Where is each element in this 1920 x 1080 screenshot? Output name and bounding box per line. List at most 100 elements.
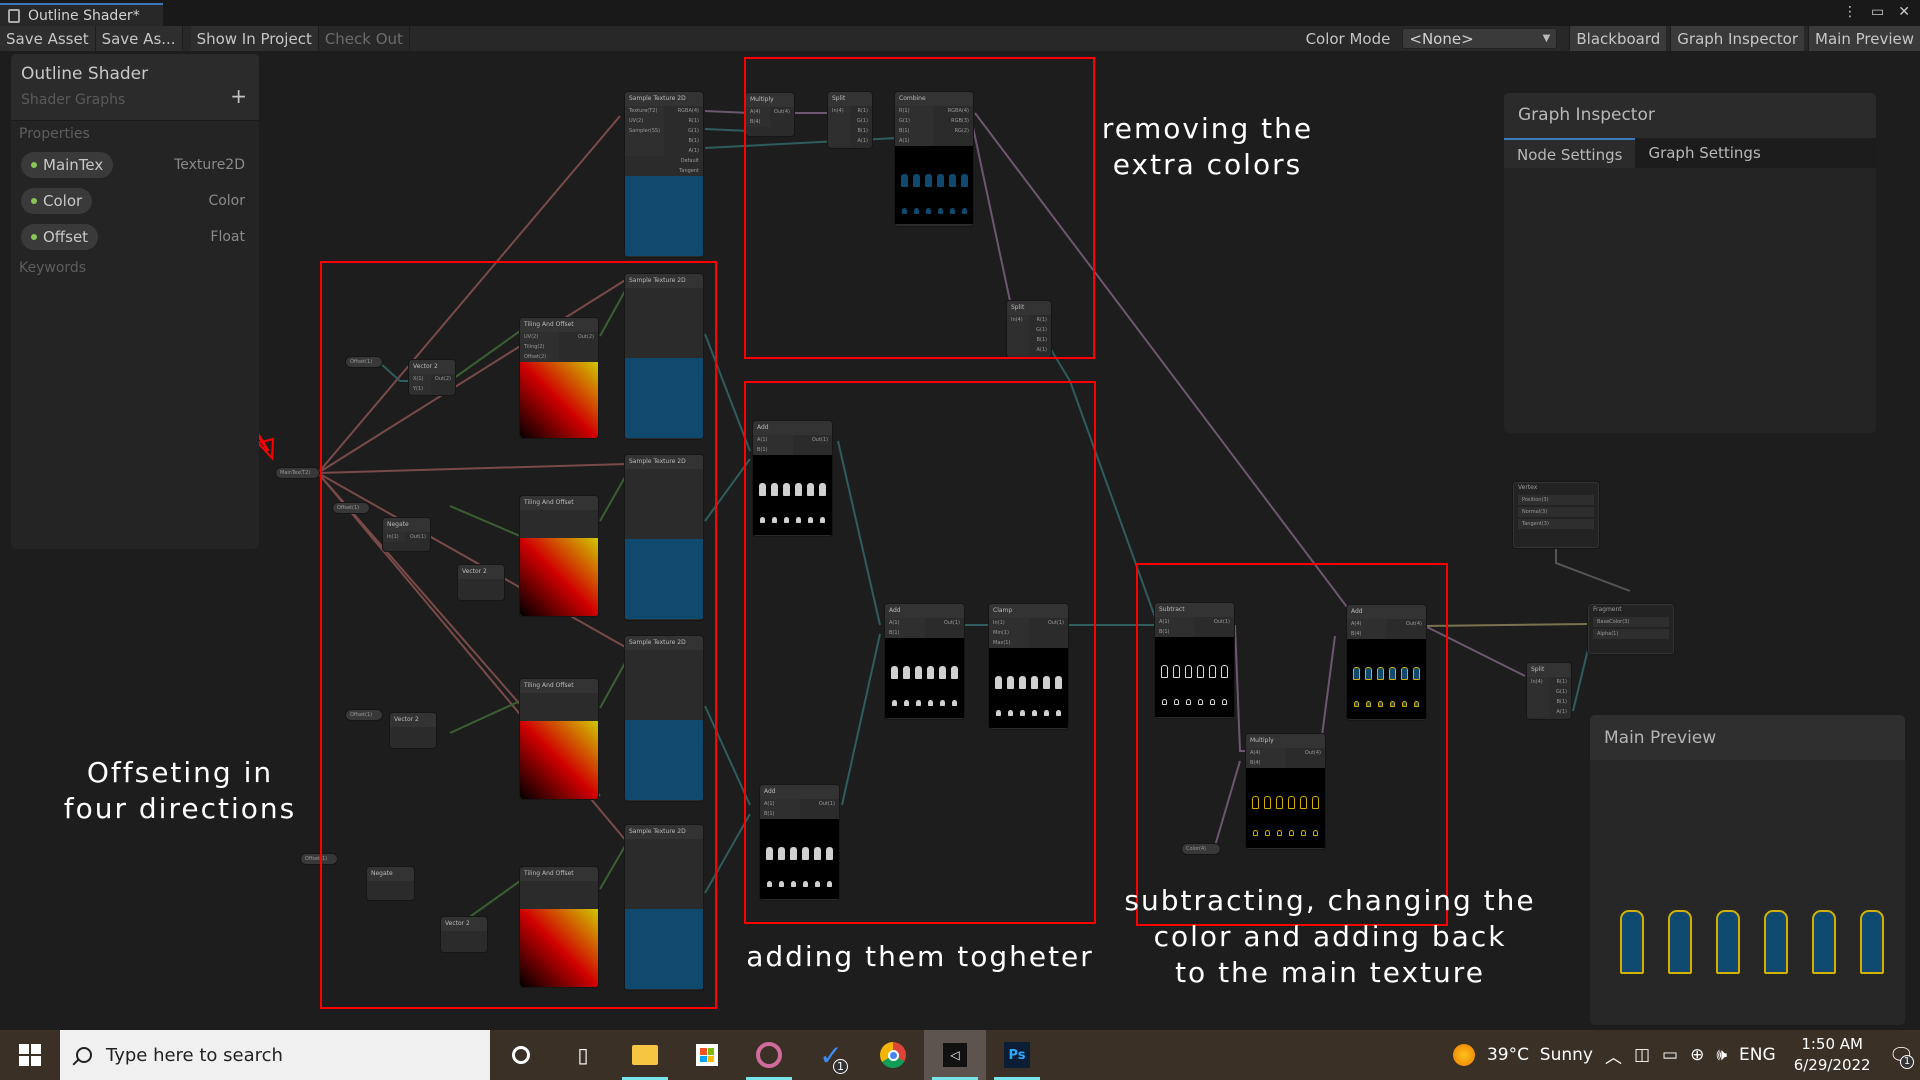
vertex-block[interactable]: Vertex Position(3) Normal(3) Tangent(3) — [1513, 482, 1599, 548]
wire — [1555, 549, 1631, 592]
split-node-3[interactable]: Split In(4) R(1) G(1) B(1) A(1) — [1527, 663, 1571, 719]
vertex-normal-slot[interactable]: Normal(3) — [1518, 507, 1594, 517]
photoshop-icon[interactable]: Ps — [986, 1030, 1048, 1080]
show-hidden-icons-chevron-icon[interactable]: ︿ — [1605, 1043, 1622, 1068]
show-in-project-button[interactable]: Show In Project — [190, 26, 319, 51]
network-icon[interactable]: ⊕ — [1690, 1045, 1704, 1065]
main-preview-panel: Main Preview — [1590, 715, 1905, 1061]
annotation-offseting: Offseting in four directions — [63, 756, 297, 825]
space-field[interactable]: Tangent — [625, 166, 703, 176]
port-uv[interactable]: UV(2) — [625, 116, 664, 126]
color-mode-label: Color Mode — [1305, 29, 1391, 48]
blackboard-title: Outline Shader — [21, 64, 149, 84]
vertex-position-slot[interactable]: Position(3) — [1518, 495, 1594, 505]
annotation-adding: adding them togheter — [746, 940, 1094, 973]
property-row[interactable]: Offset Float — [11, 219, 259, 255]
clock-time: 1:50 AM — [1801, 1035, 1863, 1053]
save-asset-button[interactable]: Save Asset — [0, 26, 96, 51]
blackboard-toggle[interactable]: Blackboard — [1569, 26, 1667, 51]
volume-icon[interactable]: 🕪 — [1716, 1045, 1727, 1065]
todo-badge: 1 — [833, 1059, 848, 1074]
keywords-label: Keywords — [19, 260, 87, 276]
taskbar-search[interactable]: Type here to search — [60, 1030, 490, 1080]
cortana-icon[interactable] — [490, 1030, 552, 1080]
port-a[interactable]: A(1) — [664, 146, 703, 156]
preview-sprite — [1812, 910, 1836, 974]
color-mode-value: <None> — [1409, 29, 1474, 48]
notification-icon[interactable]: 🗨 1 — [1889, 1043, 1914, 1069]
title-bar: Outline Shader* ⋮ ▭ ✕ — [0, 0, 1920, 26]
battery-icon[interactable]: ▭ — [1662, 1045, 1678, 1065]
color-mode-dropdown[interactable]: <None> ▼ — [1402, 28, 1558, 49]
annotation-box-adding — [744, 381, 1096, 924]
property-row[interactable]: MainTex Texture2D — [11, 147, 259, 183]
system-tray: 39°C Sunny ︿ ◫ ▭ ⊕ 🕪 ENG 1:50 AM 6/29/20… — [1447, 1030, 1920, 1080]
port-g[interactable]: G(1) — [1549, 687, 1571, 697]
property-pill[interactable]: Offset — [21, 224, 99, 250]
check-out-button: Check Out — [318, 26, 410, 51]
port-rgba[interactable]: RGBA(4) — [664, 106, 703, 116]
tab-node-settings[interactable]: Node Settings — [1504, 138, 1636, 168]
port-a[interactable]: A(1) — [1549, 707, 1571, 717]
task-view-icon[interactable]: ▯ — [552, 1030, 614, 1080]
save-as-button[interactable]: Save As... — [95, 26, 183, 51]
wire — [1424, 623, 1589, 627]
preview-viewport[interactable] — [1590, 760, 1905, 1061]
tab-graph-settings[interactable]: Graph Settings — [1635, 138, 1773, 168]
port-b[interactable]: B(1) — [664, 136, 703, 146]
fragment-block[interactable]: Fragment BaseColor(3) Alpha(1) — [1588, 604, 1674, 654]
property-type: Texture2D — [174, 157, 245, 173]
fragment-title: Fragment — [1593, 606, 1622, 613]
chrome-icon[interactable] — [862, 1030, 924, 1080]
port-r[interactable]: R(1) — [664, 116, 703, 126]
property-pill[interactable]: MainTex — [21, 152, 114, 178]
more-icon[interactable]: ⋮ — [1843, 4, 1857, 20]
close-icon[interactable]: ✕ — [1898, 4, 1910, 20]
properties-label: Properties — [19, 126, 90, 142]
property-name: Offset — [43, 228, 89, 246]
add-property-button[interactable]: + — [230, 84, 247, 108]
window-tab[interactable]: Outline Shader* — [0, 3, 163, 26]
start-button[interactable] — [0, 1030, 60, 1080]
port-r[interactable]: R(1) — [1549, 677, 1571, 687]
todo-icon[interactable]: ✓ 1 — [800, 1030, 862, 1080]
port-sampler[interactable]: Sampler(SS) — [625, 126, 664, 136]
exposed-dot-icon — [31, 162, 37, 168]
blackboard-subtitle: Shader Graphs — [21, 92, 126, 108]
media-icon[interactable] — [738, 1030, 800, 1080]
weather-sun-icon[interactable] — [1452, 1044, 1475, 1066]
property-name: MainTex — [43, 156, 104, 174]
unity-icon[interactable]: ◁ — [924, 1030, 986, 1080]
sample-texture-node[interactable]: Sample Texture 2D Texture(T2) UV(2) Samp… — [625, 92, 703, 257]
fragment-basecolor-slot[interactable]: BaseColor(3) — [1593, 617, 1669, 627]
graph-inspector-toggle[interactable]: Graph Inspector — [1670, 26, 1805, 51]
search-icon — [76, 1047, 92, 1063]
port-in[interactable]: In(4) — [1527, 677, 1549, 687]
clock[interactable]: 1:50 AM 6/29/2022 — [1794, 1034, 1871, 1076]
file-explorer-icon[interactable] — [614, 1030, 676, 1080]
annotation-box-removing — [744, 57, 1095, 359]
type-field[interactable]: Default — [625, 156, 703, 166]
vertex-tangent-slot[interactable]: Tangent(3) — [1518, 519, 1594, 529]
annotation-subtracting: subtracting, changing the color and addi… — [1124, 884, 1536, 989]
store-icon[interactable] — [676, 1030, 738, 1080]
camera-icon[interactable]: ◫ — [1634, 1045, 1650, 1065]
port-g[interactable]: G(1) — [664, 126, 703, 136]
property-row[interactable]: Color Color — [11, 183, 259, 219]
property-pill[interactable]: Color — [21, 188, 93, 214]
preview-sprite — [1668, 910, 1692, 974]
preview-sprite — [1860, 910, 1884, 974]
language-indicator[interactable]: ENG — [1739, 1045, 1776, 1065]
preview-sprite — [1764, 910, 1788, 974]
port-texture[interactable]: Texture(T2) — [625, 106, 664, 116]
node-title: Sample Texture 2D — [625, 92, 703, 106]
fragment-alpha-slot[interactable]: Alpha(1) — [1593, 629, 1669, 639]
main-preview-toggle[interactable]: Main Preview — [1808, 26, 1920, 51]
port-b[interactable]: B(1) — [1549, 697, 1571, 707]
taskbar: Type here to search ▯ ✓ 1 ◁ Ps 39°C Sunny… — [0, 1030, 1920, 1080]
property-name: Color — [43, 192, 83, 210]
maximize-icon[interactable]: ▭ — [1871, 4, 1884, 20]
node-preview — [625, 176, 703, 256]
weather-text[interactable]: 39°C Sunny — [1487, 1045, 1593, 1065]
shader-graph-icon — [8, 8, 20, 23]
